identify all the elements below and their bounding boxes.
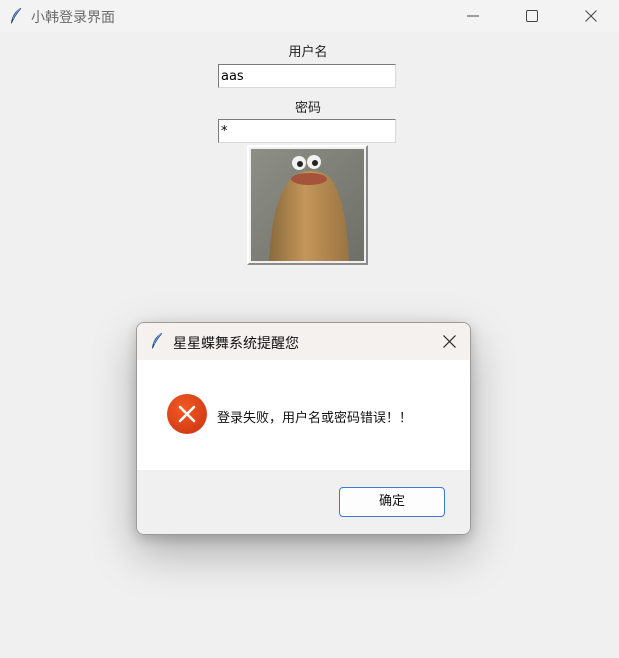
frog-meme-image: [251, 149, 364, 261]
username-input[interactable]: [218, 64, 396, 88]
feather-icon: [152, 333, 163, 350]
close-button[interactable]: [568, 0, 614, 32]
error-dialog: 星星蝶舞系统提醒您 登录失败，用户名或密码错误！！ 确定: [136, 322, 471, 535]
minimize-button[interactable]: [450, 0, 496, 32]
username-label: 用户名: [288, 45, 328, 60]
dialog-footer: 确定: [137, 470, 470, 534]
ok-button[interactable]: 确定: [339, 487, 445, 517]
password-label: 密码: [294, 101, 321, 116]
minimize-icon: [467, 15, 479, 17]
login-image-button[interactable]: [247, 145, 368, 265]
close-icon: [442, 334, 456, 348]
dialog-close-button[interactable]: [434, 327, 464, 355]
dialog-message: 登录失败，用户名或密码错误！！: [217, 411, 413, 426]
dialog-body: 登录失败，用户名或密码错误！！: [137, 360, 470, 470]
maximize-icon: [526, 10, 538, 22]
dialog-title: 星星蝶舞系统提醒您: [173, 336, 299, 352]
maximize-button[interactable]: [509, 0, 555, 32]
password-input[interactable]: [218, 119, 396, 143]
dialog-titlebar: 星星蝶舞系统提醒您: [137, 323, 470, 360]
window-title: 小韩登录界面: [31, 10, 115, 26]
close-icon: [585, 10, 597, 22]
feather-icon: [11, 8, 22, 25]
error-icon: [167, 394, 207, 434]
main-titlebar: 小韩登录界面: [0, 0, 619, 32]
